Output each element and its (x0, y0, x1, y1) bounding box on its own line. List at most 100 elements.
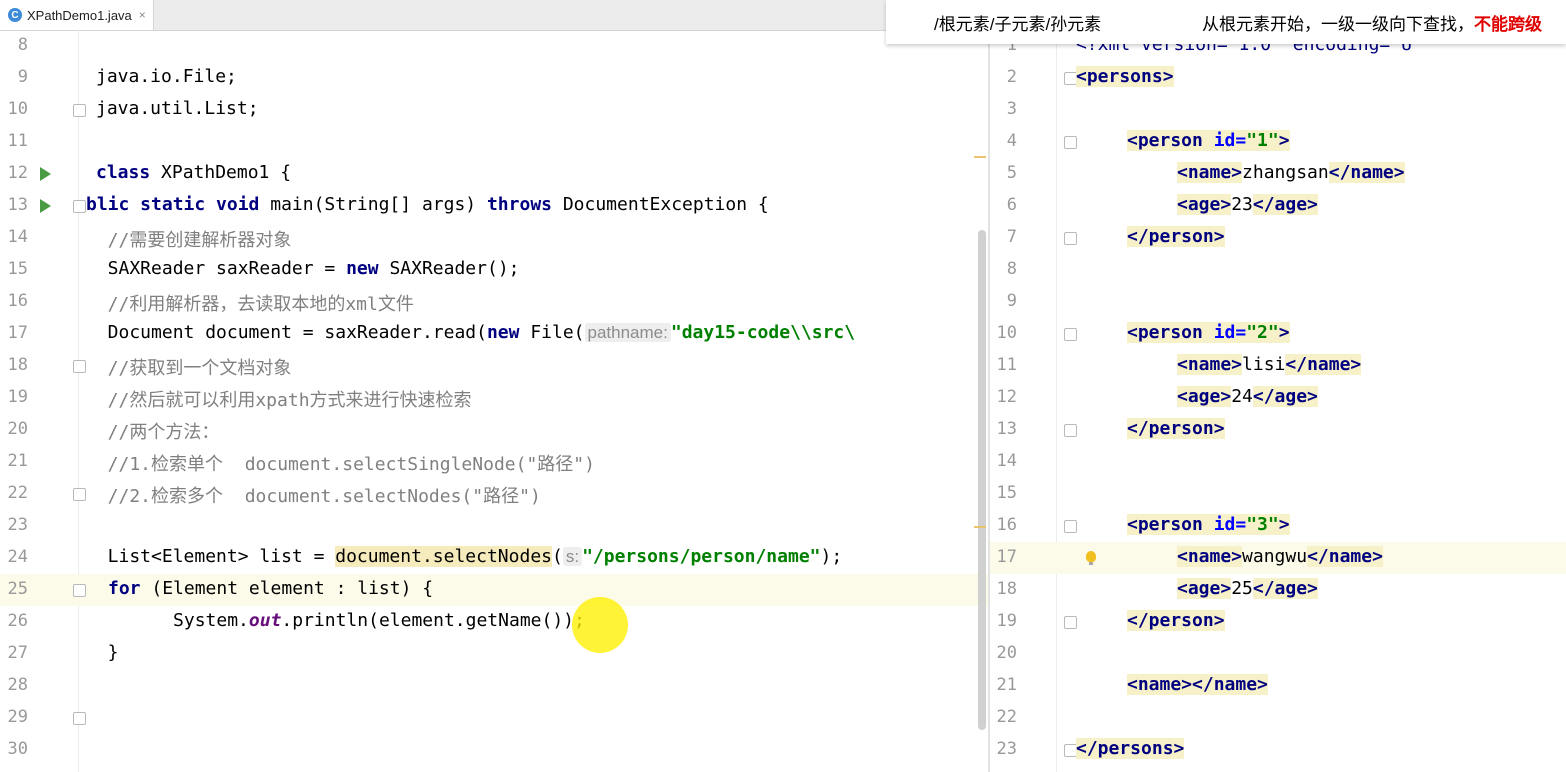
line-number: 6 (1006, 195, 1017, 215)
line-number: 15 (7, 259, 28, 279)
keyword: new (346, 258, 379, 279)
tag-close: </age> (1252, 194, 1318, 215)
fold-icon[interactable] (1064, 520, 1077, 533)
code-line-26: 26 System.out.println(element.getName())… (0, 606, 988, 638)
xml-line-15: 15 (990, 478, 1566, 510)
fold-icon[interactable] (73, 360, 86, 373)
import-file: java.io.File; (96, 66, 237, 87)
persons-close-tag: </persons> (1076, 738, 1185, 759)
age-element: <age>23</age> (1177, 194, 1318, 215)
main-method: blic static void main(String[] args) thr… (86, 194, 769, 215)
name-element: <name>zhangsan</name> (1177, 162, 1405, 183)
code-text: File( (519, 322, 585, 343)
fold-icon[interactable] (73, 488, 86, 501)
line-number: 10 (996, 323, 1017, 343)
tag-close: </name> (1328, 162, 1405, 183)
tag-open: <name> (1177, 546, 1243, 567)
fold-icon[interactable] (73, 200, 86, 213)
code-line-9: 9 java.io.File; (0, 62, 988, 94)
element-text: 23 (1231, 194, 1253, 215)
keyword: class (96, 162, 151, 183)
selected-method-call: document.selectNodes (335, 546, 552, 567)
code-text: SAXReader saxReader = (86, 258, 347, 279)
element-text: 24 (1231, 386, 1253, 407)
fold-icon[interactable] (73, 712, 86, 725)
vertical-scrollbar[interactable] (978, 230, 986, 730)
line-number: 18 (996, 579, 1017, 599)
line-number: 23 (996, 739, 1017, 759)
tag-open: <age> (1177, 386, 1232, 407)
fold-icon[interactable] (73, 584, 86, 597)
fold-icon[interactable] (73, 104, 86, 117)
code-text: ); (820, 546, 843, 567)
line-number: 10 (7, 99, 28, 119)
tag-name: <person (1127, 130, 1203, 151)
line-number: 28 (7, 675, 28, 695)
line-number: 9 (17, 67, 28, 87)
line-number: 14 (996, 451, 1017, 471)
close-icon[interactable]: × (139, 8, 146, 22)
fold-icon[interactable] (1064, 136, 1077, 149)
class-name: XPathDemo1 { (150, 162, 292, 183)
line-number: 26 (7, 611, 28, 631)
person-close-tag: </person> (1127, 418, 1225, 439)
line-number: 20 (996, 643, 1017, 663)
line-number: 22 (996, 707, 1017, 727)
tag-end: > (1278, 514, 1290, 535)
line-number: 3 (1006, 99, 1017, 119)
code-line-14: 14 //需要创建解析器对象 (0, 222, 988, 254)
tab-xpathdemo1[interactable]: C XPathDemo1.java × (0, 0, 154, 30)
run-icon[interactable] (40, 199, 51, 213)
person-open-tag: <person id="1"> (1127, 130, 1290, 151)
persons-open-tag: <persons> (1076, 66, 1174, 87)
line-number: 23 (7, 515, 28, 535)
fold-icon[interactable] (1064, 424, 1077, 437)
warning-marker[interactable] (974, 526, 986, 528)
person-close-tag: </person> (1127, 226, 1225, 247)
string-literal: "/persons/person/name" (582, 546, 821, 567)
line-number: 19 (996, 611, 1017, 631)
keyword: for (108, 578, 141, 599)
tag-name: <person (1127, 514, 1203, 535)
statement: System.out.println(element.getName()); (108, 610, 585, 631)
line-number: 9 (1006, 291, 1017, 311)
line-number: 8 (1006, 259, 1017, 279)
empty-name-element: <name></name> (1127, 674, 1268, 695)
line-number: 29 (7, 707, 28, 727)
tag-end: > (1278, 130, 1290, 151)
code-line-19: 19 //然后就可以利用xpath方式来进行快速检索 (0, 382, 988, 414)
statement: List<Element> list = document.selectNode… (86, 546, 842, 567)
person-open-tag: <person id="3"> (1127, 514, 1290, 535)
age-element: <age>24</age> (1177, 386, 1318, 407)
person-open-tag: <person id="2"> (1127, 322, 1290, 343)
java-editor[interactable]: 8 9 java.io.File; 10 java.util.List; 11 12… (0, 30, 988, 772)
tooltip-path: /根元素/子元素/孙元素 (934, 15, 1102, 34)
line-number: 11 (996, 355, 1017, 375)
comment: //利用解析器，去读取本地的xml文件 (86, 294, 414, 315)
xml-editor[interactable]: 1 <?xml version="1.0" encoding="U 2 <perso… (990, 30, 1566, 772)
fold-icon[interactable] (1064, 232, 1077, 245)
attr-value: "2" (1246, 322, 1279, 343)
line-number: 16 (996, 515, 1017, 535)
lightbulb-icon[interactable] (1086, 551, 1096, 565)
fold-icon[interactable] (1064, 616, 1077, 629)
fold-icon[interactable] (1064, 328, 1077, 341)
line-number: 20 (7, 419, 28, 439)
code-line-29: 29 (0, 702, 988, 734)
warning-marker[interactable] (974, 156, 986, 158)
run-icon[interactable] (40, 167, 51, 181)
line-number: 18 (7, 355, 28, 375)
tooltip-desc-text: 从根元素开始，一级一级向下查找， (1202, 15, 1474, 34)
for-loop: for (Element element : list) { (108, 578, 433, 599)
person-close-tag: </person> (1127, 610, 1225, 631)
code-line-17: 17 Document document = saxReader.read(ne… (0, 318, 988, 350)
xml-line-19: 19 </person> (990, 606, 1566, 638)
tag-open: <name> (1177, 354, 1243, 375)
comment: //获取到一个文档对象 (86, 358, 292, 379)
attr-name: id= (1202, 130, 1247, 151)
xml-line-7: 7 </person> (990, 222, 1566, 254)
parameter-hint: pathname: (584, 323, 671, 342)
xml-line-3: 3 (990, 94, 1566, 126)
line-number: 2 (1006, 67, 1017, 87)
code-line-25: 25 for (Element element : list) { (0, 574, 988, 606)
